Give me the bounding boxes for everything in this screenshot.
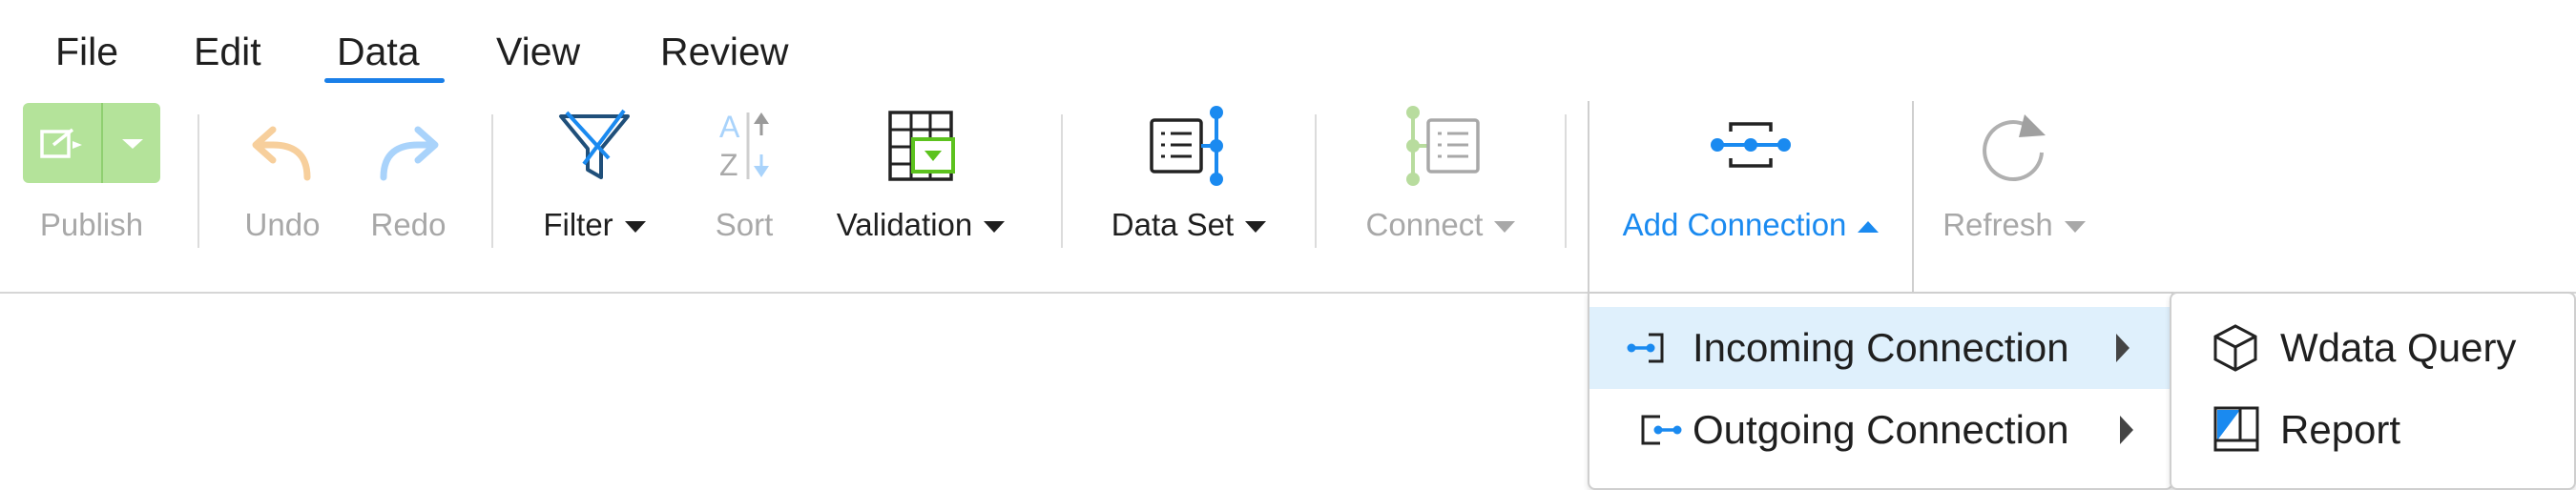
validation-button[interactable]: Validation [821,103,1021,255]
redo-icon [380,126,439,181]
menu-review[interactable]: Review [660,25,788,78]
toolbar-separator [1565,114,1567,248]
add-connection-text: Add Connection [1622,207,1847,242]
add-connection-label: Add Connection [1589,206,1912,244]
menu-bar: File Edit Data View Review [0,0,2576,95]
menu-view[interactable]: View [496,25,580,78]
filter-text: Filter [543,207,613,242]
incoming-connection-submenu: Wdata Query Report [2170,292,2576,490]
validation-icon [888,111,955,181]
incoming-connection-icon [1627,333,1664,363]
filter-icon [559,109,630,179]
refresh-icon [1983,114,2046,182]
report-icon [2213,406,2259,452]
refresh-text: Refresh [1942,207,2053,242]
active-menu-indicator [324,78,445,83]
redo-label: Redo [370,207,447,242]
chevron-down-icon [984,221,1006,234]
validation-label: Validation [821,206,1021,244]
sort-button[interactable]: A Z Sort [696,103,792,255]
submenu-arrow-icon [2116,334,2129,362]
add-connection-menu: Incoming Connection Outgoing Connection [1588,292,2173,490]
report-label: Report [2280,407,2401,452]
menu-file[interactable]: File [55,25,118,78]
submenu-arrow-icon [2120,416,2133,444]
chevron-down-icon [1494,221,1516,234]
menu-edit[interactable]: Edit [194,25,261,78]
dataset-button[interactable]: Data Set [1093,103,1284,255]
validation-text: Validation [836,207,973,242]
undo-button[interactable]: Undo [229,103,336,255]
filter-label: Filter [523,206,666,244]
outgoing-connection-label: Outgoing Connection [1693,407,2069,452]
menu-item-incoming-connection[interactable]: Incoming Connection [1589,307,2171,389]
dataset-icon [1150,106,1223,186]
toolbar-separator [197,114,199,248]
add-connection-button[interactable]: Add Connection [1589,103,1912,255]
chevron-down-icon [2064,221,2086,234]
refresh-button[interactable]: Refresh [1923,103,2105,255]
dataset-label: Data Set [1093,206,1284,244]
sort-icon: A Z [719,110,769,182]
sort-letter-a: A [719,110,740,144]
publish-label: Publish [39,207,144,242]
menu-item-outgoing-connection[interactable]: Outgoing Connection [1589,389,2171,471]
connect-label: Connect [1345,206,1536,244]
incoming-connection-label: Incoming Connection [1693,325,2069,370]
sort-label: Sort [715,207,774,242]
publish-tool: Publish [13,103,170,255]
outgoing-connection-icon [1641,415,1682,445]
filter-button[interactable]: Filter [523,103,666,255]
toolbar-separator [491,114,493,248]
wdata-query-label: Wdata Query [2280,325,2517,370]
menu-item-wdata-query[interactable]: Wdata Query [2171,307,2574,389]
menu-item-report[interactable]: Report [2171,389,2574,471]
cube-icon [2213,324,2257,372]
connect-button[interactable]: Connect [1345,103,1536,255]
add-connection-icon [1711,122,1791,168]
undo-icon [252,126,311,181]
menu-data[interactable]: Data [337,25,420,78]
sort-letter-z: Z [719,148,738,182]
toolbar-separator [1061,114,1063,248]
refresh-label: Refresh [1923,206,2105,244]
dataset-text: Data Set [1111,207,1235,242]
chevron-down-icon [1245,221,1267,234]
connect-icon [1406,106,1480,186]
chevron-down-icon [624,221,646,234]
toolbar-separator [1315,114,1317,248]
connect-text: Connect [1365,207,1484,242]
undo-label: Undo [244,207,321,242]
redo-button[interactable]: Redo [355,103,462,255]
chevron-up-icon [1858,221,1880,234]
